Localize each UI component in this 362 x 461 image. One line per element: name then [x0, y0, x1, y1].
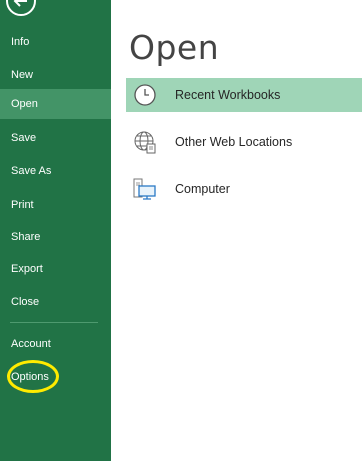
location-recent-workbooks[interactable]: Recent Workbooks — [126, 78, 362, 112]
back-button[interactable] — [6, 0, 36, 16]
backstage-sidebar: Info New Open Save Save As Print Share E… — [0, 0, 111, 461]
computer-icon — [133, 178, 156, 200]
sidebar-item-save-as[interactable]: Save As — [0, 156, 111, 186]
location-computer[interactable]: Computer — [126, 172, 362, 206]
sidebar-item-info[interactable]: Info — [0, 27, 111, 57]
sidebar-item-print[interactable]: Print — [0, 190, 111, 220]
location-other-web-locations[interactable]: Other Web Locations — [126, 125, 362, 159]
location-label: Other Web Locations — [175, 135, 293, 149]
sidebar-item-share[interactable]: Share — [0, 222, 111, 252]
sidebar-item-close[interactable]: Close — [0, 287, 111, 317]
clock-icon — [134, 84, 156, 106]
back-arrow-icon — [13, 0, 27, 7]
sidebar-item-open[interactable]: Open — [0, 89, 111, 119]
sidebar-item-export[interactable]: Export — [0, 254, 111, 284]
location-label: Computer — [175, 182, 230, 196]
sidebar-item-account[interactable]: Account — [0, 329, 111, 359]
options-highlight-ring — [7, 360, 59, 393]
location-label: Recent Workbooks — [175, 88, 281, 102]
globe-icon — [134, 131, 156, 154]
sidebar-item-save[interactable]: Save — [0, 123, 111, 153]
sidebar-divider — [10, 322, 98, 323]
page-title: Open — [129, 28, 220, 67]
sidebar-item-new[interactable]: New — [0, 60, 111, 90]
